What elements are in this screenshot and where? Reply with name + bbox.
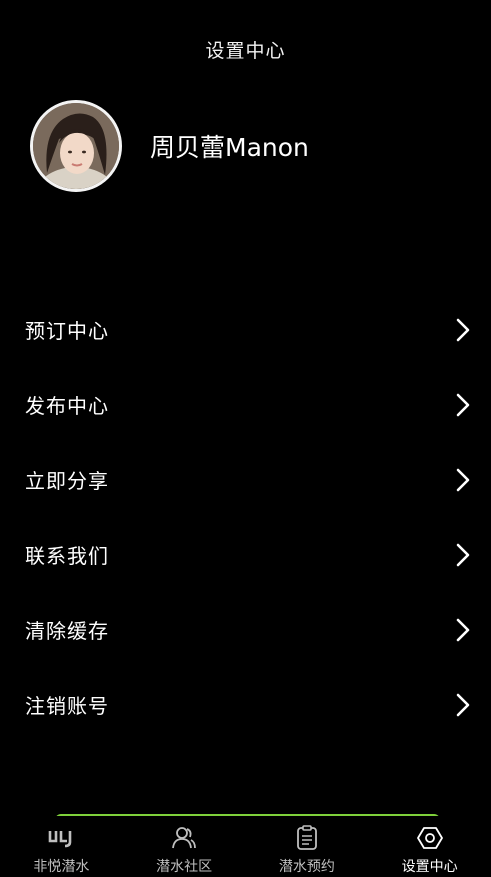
tab-label: 设置中心 [401,859,458,875]
menu-item-publish-center[interactable]: 发布中心 [0,367,491,442]
chevron-right-icon [455,617,471,643]
menu-item-label: 预订中心 [25,319,109,343]
chevron-right-icon [455,392,471,418]
menu-item-booking-center[interactable]: 预订中心 [0,292,491,367]
community-icon [171,824,197,852]
tab-feiyue-diving[interactable]: 非悦潜水 [0,816,123,877]
tab-diving-booking[interactable]: 潜水预约 [246,816,369,877]
brand-logo-icon [48,824,74,852]
menu-item-label: 联系我们 [25,544,109,568]
menu-item-share-now[interactable]: 立即分享 [0,442,491,517]
hexagon-settings-icon [416,824,443,852]
menu-item-label: 清除缓存 [25,619,109,643]
chevron-right-icon [455,692,471,718]
tab-diving-community[interactable]: 潜水社区 [123,816,246,877]
chevron-right-icon [455,542,471,568]
chevron-right-icon [455,467,471,493]
chevron-right-icon [455,317,471,343]
page-title: 设置中心 [205,40,286,62]
settings-menu: 预订中心 发布中心 立即分享 联系我们 清除缓存 注销账号 [0,292,491,742]
bottom-tab-bar: 非悦潜水 潜水社区 潜水预约 设置中心 [0,816,491,877]
tab-settings-center[interactable]: 设置中心 [368,816,491,877]
menu-item-contact-us[interactable]: 联系我们 [0,517,491,592]
profile-section[interactable]: 周贝蕾Manon [30,100,309,192]
menu-item-label: 发布中心 [25,394,109,418]
username: 周贝蕾Manon [150,133,309,162]
clipboard-icon [296,824,318,852]
avatar[interactable] [30,100,122,192]
menu-item-label: 立即分享 [25,469,109,493]
tab-label: 潜水社区 [156,859,213,875]
tab-label: 潜水预约 [278,859,335,875]
menu-item-label: 注销账号 [25,694,109,718]
menu-item-clear-cache[interactable]: 清除缓存 [0,592,491,667]
tab-label: 非悦潜水 [33,859,90,875]
menu-item-delete-account[interactable]: 注销账号 [0,667,491,742]
